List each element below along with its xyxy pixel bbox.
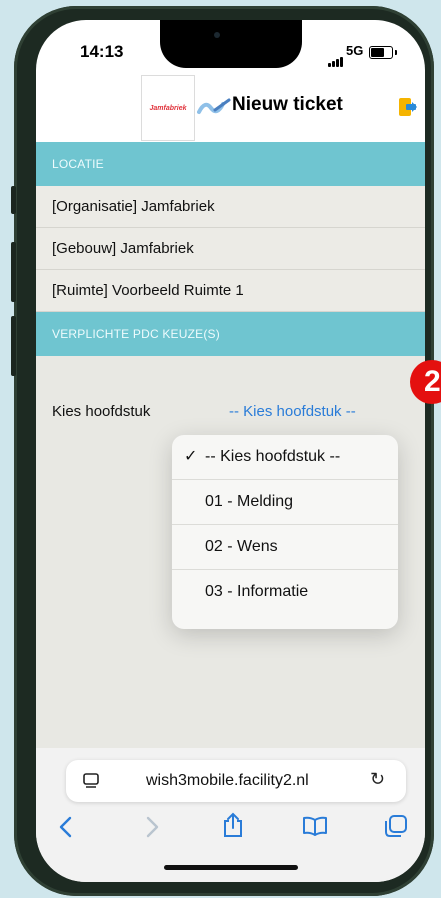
section-required-choices: VERPLICHTE PDC KEUZE(S) (36, 312, 425, 356)
dropdown-option-melding[interactable]: 01 - Melding (172, 480, 398, 525)
url-text: wish3mobile.facility2.nl (146, 772, 309, 789)
home-indicator (164, 865, 298, 870)
dropdown-option-default[interactable]: ✓ -- Kies hoofdstuk -- (172, 435, 398, 480)
network-type: 5G (346, 43, 364, 58)
option-label: 03 - Informatie (205, 583, 309, 600)
dropdown-option-wens[interactable]: 02 - Wens (172, 525, 398, 570)
logout-icon[interactable] (398, 96, 418, 118)
location-row-organisation[interactable]: [Organisatie] Jamfabriek (36, 186, 425, 228)
section-location: LOCATIE (36, 142, 425, 186)
checkmark-icon: ✓ (184, 448, 198, 465)
option-label: -- Kies hoofdstuk -- (205, 448, 341, 465)
phone-screen: 14:13 5G Jamfabriek Nieuw ticket LOCATIE… (36, 20, 425, 882)
facility-logo-icon (197, 98, 231, 114)
battery-icon (369, 46, 393, 59)
bookmarks-icon[interactable] (302, 816, 328, 836)
location-row-room[interactable]: [Ruimte] Voorbeeld Ruimte 1 (36, 270, 425, 312)
option-label: 02 - Wens (205, 538, 278, 555)
status-time: 14:13 (80, 42, 124, 61)
reload-icon[interactable]: ↻ (370, 769, 385, 790)
jamfabriek-logo: Jamfabriek (141, 75, 195, 141)
chapter-select[interactable]: -- Kies hoofdstuk -- (229, 403, 356, 420)
page-settings-icon[interactable] (82, 772, 100, 790)
volume-down-button (11, 316, 16, 376)
tabs-icon[interactable] (384, 814, 408, 838)
battery-nub (395, 50, 397, 55)
forward-icon[interactable] (144, 816, 160, 838)
volume-up-button (11, 242, 16, 302)
share-icon[interactable] (222, 812, 244, 838)
app-header: Jamfabriek Nieuw ticket (36, 74, 425, 142)
chapter-dropdown: ✓ -- Kies hoofdstuk -- 01 - Melding 02 -… (172, 435, 398, 629)
location-row-building[interactable]: [Gebouw] Jamfabriek (36, 228, 425, 270)
option-label: 01 - Melding (205, 493, 294, 510)
logo-text: Jamfabriek (149, 104, 187, 112)
page-title: Nieuw ticket (232, 94, 343, 115)
address-bar[interactable]: wish3mobile.facility2.nl ↻ (66, 760, 406, 802)
dropdown-option-informatie[interactable]: 03 - Informatie (172, 570, 398, 615)
mute-button (11, 186, 16, 214)
chapter-label: Kies hoofdstuk (52, 403, 151, 420)
signal-icon (328, 49, 344, 67)
back-icon[interactable] (58, 816, 74, 838)
dynamic-island (160, 20, 302, 68)
